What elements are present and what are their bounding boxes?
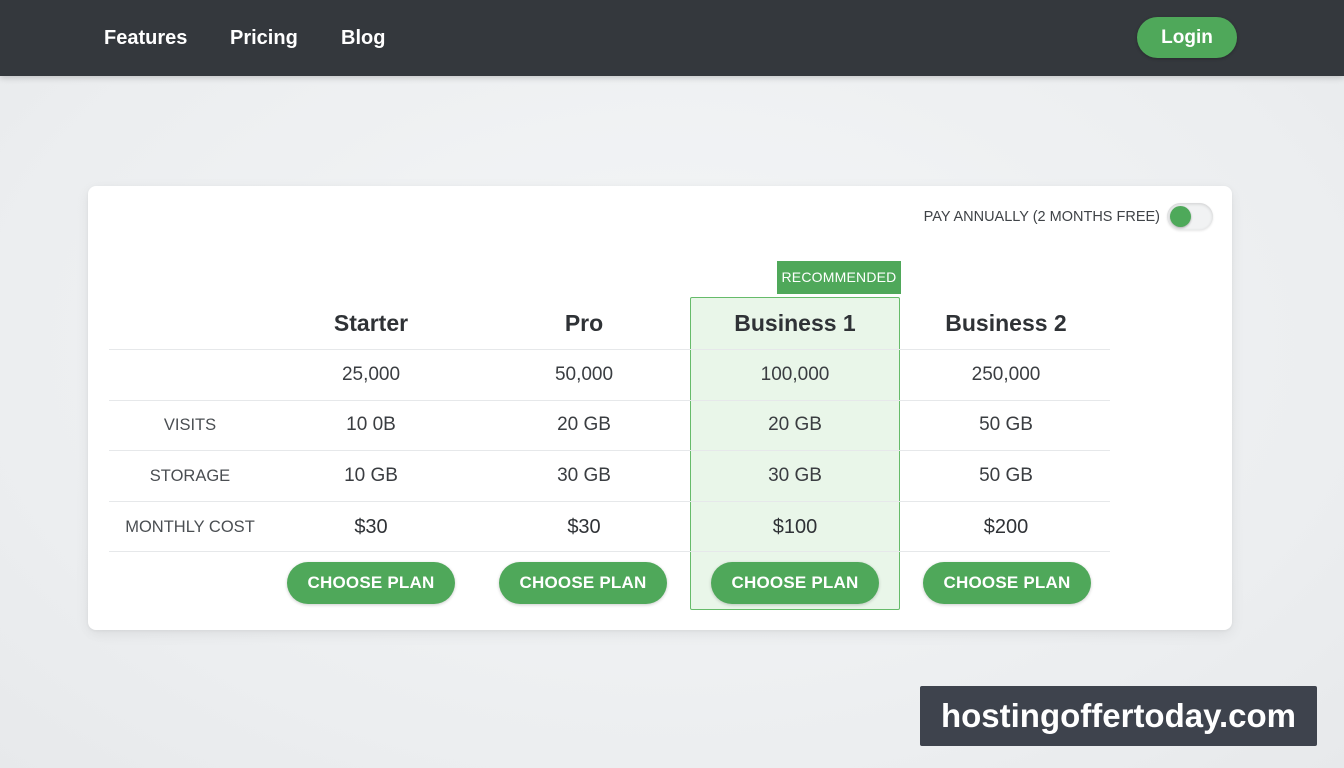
plan-name-pro: Pro xyxy=(564,310,604,336)
cell-starter-visits: 10 0B xyxy=(346,414,396,435)
cell-business-2-storage: 50 GB xyxy=(979,465,1033,486)
cell-starter-row1: 25,000 xyxy=(341,364,401,385)
row-label-storage: STORAGE xyxy=(149,467,231,485)
nav-link-pricing[interactable]: Pricing xyxy=(230,24,298,52)
row-divider xyxy=(109,501,1110,502)
row-label-monthly-cost: MONTHLY COST xyxy=(125,518,255,536)
choose-plan-button-business-1[interactable]: CHOOSE PLAN xyxy=(711,562,879,604)
cell-pro-cost: $30 xyxy=(567,516,601,538)
top-nav: Features Pricing Blog Login xyxy=(0,0,1344,76)
plan-name-starter: Starter xyxy=(333,310,409,336)
cell-pro-storage: 30 GB xyxy=(557,465,611,486)
cell-pro-row1: 50,000 xyxy=(554,364,614,385)
cell-starter-cost: $30 xyxy=(354,516,388,538)
pay-annually-toggle[interactable] xyxy=(1167,203,1213,230)
cell-business-2-cost: $200 xyxy=(983,516,1029,538)
row-divider xyxy=(109,349,1110,350)
login-button[interactable]: Login xyxy=(1137,17,1237,58)
pricing-card: PAY ANNUALLY (2 MONTHS FREE) RECOMMENDED… xyxy=(88,186,1232,630)
plan-name-business-1: Business 1 xyxy=(734,310,856,336)
cell-starter-storage: 10 GB xyxy=(344,465,398,486)
watermark: hostingoffertoday.com xyxy=(920,686,1317,746)
toggle-knob xyxy=(1170,206,1191,227)
row-divider xyxy=(109,400,1110,401)
row-divider xyxy=(109,551,1110,552)
choose-plan-button-business-2[interactable]: CHOOSE PLAN xyxy=(923,562,1091,604)
nav-link-blog[interactable]: Blog xyxy=(341,24,385,52)
cell-business-1-storage: 30 GB xyxy=(768,465,822,486)
cell-business-1-row1: 100,000 xyxy=(760,364,830,385)
pay-annually-label: PAY ANNUALLY (2 MONTHS FREE) xyxy=(923,209,1160,225)
choose-plan-button-pro[interactable]: CHOOSE PLAN xyxy=(499,562,667,604)
page: Features Pricing Blog Login PAY ANNUALLY… xyxy=(0,0,1344,768)
nav-link-features[interactable]: Features xyxy=(104,24,187,52)
cell-business-1-visits: 20 GB xyxy=(768,414,822,435)
recommended-badge: RECOMMENDED xyxy=(777,261,901,294)
cell-pro-visits: 20 GB xyxy=(557,414,611,435)
cell-business-1-cost: $100 xyxy=(772,516,818,538)
choose-plan-button-starter[interactable]: CHOOSE PLAN xyxy=(287,562,455,604)
row-divider xyxy=(109,450,1110,451)
plan-name-business-2: Business 2 xyxy=(945,310,1067,336)
cell-business-2-row1: 250,000 xyxy=(971,364,1041,385)
row-label-visits: VISITS xyxy=(163,416,217,434)
cell-business-2-visits: 50 GB xyxy=(979,414,1033,435)
